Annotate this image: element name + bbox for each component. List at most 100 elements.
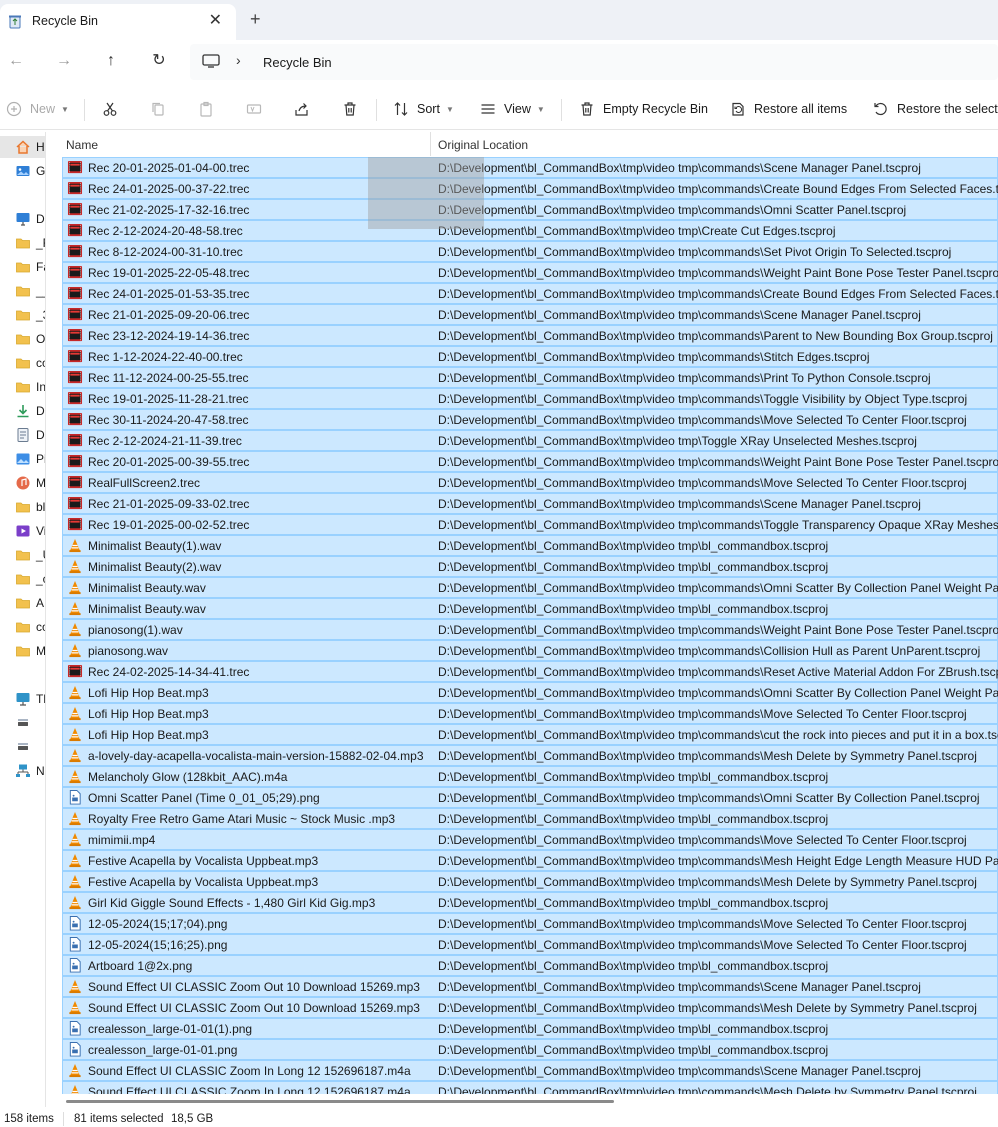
table-row[interactable]: Rec 19-01-2025-11-28-21.trec D:\Developme… [62, 388, 998, 409]
table-row[interactable]: Royalty Free Retro Game Atari Music ~ St… [62, 808, 998, 829]
table-row[interactable]: 12-05-2024(15;16;25).png D:\Development\b… [62, 934, 998, 955]
sidebar-item-folder[interactable]: __ [0, 280, 45, 302]
breadcrumb-recycle-bin[interactable]: Recycle Bin [263, 55, 332, 70]
table-row[interactable]: a-lovely-day-acapella-vocalista-main-ver… [62, 745, 998, 766]
restore-selected-button[interactable]: Restore the selected items [873, 88, 998, 130]
table-row[interactable]: Lofi Hip Hop Beat.mp3 D:\Development\bl_C… [62, 724, 998, 745]
table-row[interactable]: Rec 19-01-2025-22-05-48.trec D:\Developme… [62, 262, 998, 283]
sidebar-item-document[interactable]: D [0, 424, 45, 446]
table-row[interactable]: crealesson_large-01-01(1).png D:\Developm… [62, 1018, 998, 1039]
table-row[interactable]: crealesson_large-01-01.png D:\Development… [62, 1039, 998, 1060]
sidebar-item-videos[interactable]: Vi [0, 520, 45, 542]
table-row[interactable]: Lofi Hip Hop Beat.mp3 D:\Development\bl_C… [62, 703, 998, 724]
rename-button[interactable] [246, 88, 262, 130]
table-row[interactable]: Minimalist Beauty.wav D:\Development\bl_C… [62, 577, 998, 598]
sidebar-item-folder[interactable]: Fa [0, 256, 45, 278]
new-tab-button[interactable]: + [250, 9, 261, 29]
sidebar-item-pictures[interactable]: Pi [0, 448, 45, 470]
column-header-original-location[interactable]: Original Location [438, 138, 528, 152]
table-row[interactable]: Minimalist Beauty(2).wav D:\Development\b… [62, 556, 998, 577]
table-row[interactable]: Rec 11-12-2024-00-25-55.trec D:\Developme… [62, 367, 998, 388]
table-row[interactable]: Rec 21-01-2025-09-33-02.trec D:\Developme… [62, 493, 998, 514]
table-row[interactable]: RealFullScreen2.trec D:\Development\bl_Co… [62, 472, 998, 493]
share-button[interactable] [294, 88, 310, 130]
sidebar-item-gallery[interactable]: G [0, 160, 45, 182]
sidebar-item-this-pc[interactable]: Th [0, 688, 45, 710]
sidebar-item-folder[interactable]: _3 [0, 304, 45, 326]
table-row[interactable]: Lofi Hip Hop Beat.mp3 D:\Development\bl_C… [62, 682, 998, 703]
table-row[interactable]: Rec 2-12-2024-20-48-58.trec D:\Developmen… [62, 220, 998, 241]
sidebar-item-desktop[interactable]: D [0, 208, 45, 230]
table-row[interactable]: pianosong(1).wav D:\Development\bl_Comman… [62, 619, 998, 640]
table-row[interactable]: Rec 20-01-2025-01-04-00.trec D:\Developme… [62, 157, 998, 178]
table-row[interactable]: Girl Kid Giggle Sound Effects - 1,480 Gi… [62, 892, 998, 913]
tab-recycle-bin[interactable]: Recycle Bin ✕ [0, 4, 236, 40]
sidebar-item-folder[interactable]: _F [0, 232, 45, 254]
back-arrow-icon[interactable]: ← [5, 50, 27, 72]
table-row[interactable]: Rec 8-12-2024-00-31-10.trec D:\Developmen… [62, 241, 998, 262]
table-row[interactable]: Artboard 1@2x.png D:\Development\bl_Comma… [62, 955, 998, 976]
table-row[interactable]: Rec 23-12-2024-19-14-36.trec D:\Developme… [62, 325, 998, 346]
sidebar-item-folder[interactable]: In [0, 376, 45, 398]
restore-all-button[interactable]: Restore all items [730, 88, 847, 130]
delete-button[interactable] [342, 88, 358, 130]
table-row[interactable]: Rec 30-11-2024-20-47-58.trec D:\Developme… [62, 409, 998, 430]
table-row[interactable]: Omni Scatter Panel (Time 0_01_05;29).png… [62, 787, 998, 808]
sidebar-item-folder[interactable]: _U [0, 544, 45, 566]
sidebar-item-drive[interactable] [0, 736, 45, 758]
table-row[interactable]: Minimalist Beauty.wav D:\Development\bl_C… [62, 598, 998, 619]
table-row[interactable]: Rec 24-01-2025-01-53-35.trec D:\Developme… [62, 283, 998, 304]
copy-button[interactable] [150, 88, 166, 130]
table-row[interactable]: pianosong.wav D:\Development\bl_CommandBo… [62, 640, 998, 661]
table-row[interactable]: 12-05-2024(15;17;04).png D:\Development\b… [62, 913, 998, 934]
table-row[interactable]: Sound Effect UI CLASSIC Zoom In Long 12 … [62, 1060, 998, 1081]
new-button[interactable]: New ▼ [6, 88, 69, 130]
sidebar-item-home[interactable]: H [0, 136, 45, 158]
table-row[interactable]: Rec 19-01-2025-00-02-52.trec D:\Developme… [62, 514, 998, 535]
forward-arrow-icon[interactable]: → [53, 50, 75, 72]
horizontal-scrollbar[interactable] [62, 1096, 998, 1106]
paste-button[interactable] [198, 88, 214, 130]
table-row[interactable]: Festive Acapella by Vocalista Uppbeat.mp… [62, 850, 998, 871]
table-row[interactable]: Melancholy Glow (128kbit_AAC).m4a D:\Deve… [62, 766, 998, 787]
sidebar-item-network[interactable]: N [0, 760, 45, 782]
file-name: Artboard 1@2x.png [88, 959, 193, 973]
sort-button[interactable]: Sort ▼ [393, 88, 454, 130]
sidebar-item-folder[interactable]: O [0, 328, 45, 350]
sidebar-item-folder[interactable]: A [0, 592, 45, 614]
view-button[interactable]: View ▼ [480, 88, 545, 130]
sidebar-item-download[interactable]: D [0, 400, 45, 422]
table-row[interactable]: Rec 20-01-2025-00-39-55.trec D:\Developme… [62, 451, 998, 472]
table-row[interactable]: Sound Effect UI CLASSIC Zoom In Long 12 … [62, 1081, 998, 1094]
table-row[interactable]: Rec 1-12-2024-22-40-00.trec D:\Developmen… [62, 346, 998, 367]
empty-recycle-bin-button[interactable]: Empty Recycle Bin [579, 88, 708, 130]
up-arrow-icon[interactable]: ↑ [100, 50, 122, 72]
table-row[interactable]: Rec 21-02-2025-17-32-16.trec D:\Developme… [62, 199, 998, 220]
sidebar-item-music[interactable]: M [0, 472, 45, 494]
sidebar-item-label: co [36, 620, 45, 634]
table-row[interactable]: Minimalist Beauty(1).wav D:\Development\b… [62, 535, 998, 556]
close-tab-icon[interactable]: ✕ [209, 12, 222, 30]
sidebar-item-drive[interactable] [0, 712, 45, 734]
table-row[interactable]: Festive Acapella by Vocalista Uppbeat.mp… [62, 871, 998, 892]
table-row[interactable]: Sound Effect UI CLASSIC Zoom Out 10 Down… [62, 976, 998, 997]
sidebar-item-folder[interactable]: co [0, 616, 45, 638]
table-row[interactable]: Sound Effect UI CLASSIC Zoom Out 10 Down… [62, 997, 998, 1018]
sidebar-item-folder[interactable]: M [0, 640, 45, 662]
address-bar[interactable]: › Recycle Bin [190, 44, 998, 80]
table-row[interactable]: Rec 24-01-2025-00-37-22.trec D:\Developme… [62, 178, 998, 199]
sidebar-item-folder[interactable]: co [0, 352, 45, 374]
image-file-icon [69, 1021, 81, 1036]
column-divider[interactable] [430, 132, 431, 156]
table-row[interactable]: mimimii.mp4 D:\Development\bl_CommandBox\… [62, 829, 998, 850]
scrollbar-thumb[interactable] [66, 1100, 614, 1103]
table-row[interactable]: Rec 21-01-2025-09-20-06.trec D:\Developme… [62, 304, 998, 325]
refresh-icon[interactable]: ↻ [148, 50, 170, 72]
sidebar-item-folder[interactable]: _c [0, 568, 45, 590]
cut-button[interactable] [102, 88, 118, 130]
column-header-name[interactable]: Name [66, 138, 98, 152]
table-row[interactable]: Rec 24-02-2025-14-34-41.trec D:\Developme… [62, 661, 998, 682]
sidebar-item-folder[interactable]: bl [0, 496, 45, 518]
chevron-right-icon[interactable]: › [236, 52, 241, 68]
table-row[interactable]: Rec 2-12-2024-21-11-39.trec D:\Developmen… [62, 430, 998, 451]
